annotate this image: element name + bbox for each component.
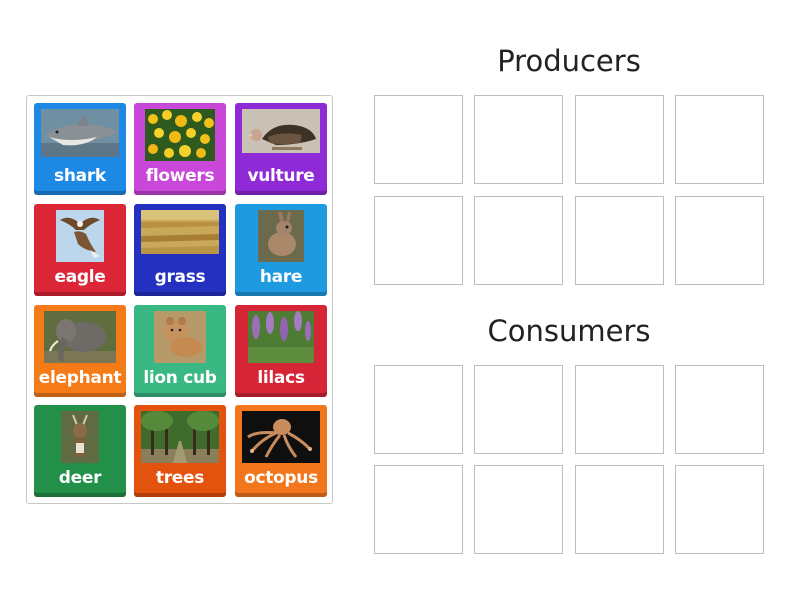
- group-title-consumers: Consumers: [487, 314, 651, 348]
- card-label: lilacs: [257, 368, 305, 388]
- consumers-slot[interactable]: [575, 465, 664, 554]
- consumers-slot[interactable]: [374, 365, 463, 454]
- producers-slot[interactable]: [575, 95, 664, 184]
- card-lilacs[interactable]: lilacs: [235, 305, 327, 397]
- lilacs-image: [248, 311, 314, 363]
- group-title-producers: Producers: [497, 44, 641, 78]
- consumers-slot[interactable]: [374, 465, 463, 554]
- consumers-slot[interactable]: [575, 365, 664, 454]
- elephant-image: [44, 311, 116, 363]
- producers-slot[interactable]: [575, 196, 664, 285]
- card-label: eagle: [54, 267, 106, 287]
- card-elephant[interactable]: elephant: [34, 305, 126, 397]
- producers-slot[interactable]: [374, 95, 463, 184]
- card-label: deer: [58, 468, 102, 488]
- card-octopus[interactable]: octopus: [235, 405, 327, 497]
- producers-slot[interactable]: [374, 196, 463, 285]
- consumers-slot[interactable]: [474, 365, 563, 454]
- card-grass[interactable]: grass: [134, 204, 226, 296]
- eagle-image: [56, 210, 104, 262]
- consumers-slot[interactable]: [675, 365, 764, 454]
- card-eagle[interactable]: eagle: [34, 204, 126, 296]
- vulture-image: [242, 109, 320, 153]
- card-label: vulture: [247, 166, 315, 186]
- card-label: octopus: [244, 468, 318, 488]
- lion-cub-image: [154, 311, 206, 363]
- card-vulture[interactable]: vulture: [235, 103, 327, 195]
- deer-image: [61, 411, 99, 463]
- card-hare[interactable]: hare: [235, 204, 327, 296]
- producers-slot[interactable]: [675, 196, 764, 285]
- shark-image: [41, 109, 119, 157]
- card-label: elephant: [38, 368, 122, 388]
- flowers-image: [145, 109, 215, 161]
- card-panel: shark flowers vulture eagle grass hare e…: [26, 95, 333, 504]
- card-flowers[interactable]: flowers: [134, 103, 226, 195]
- card-label: flowers: [145, 166, 215, 186]
- consumers-slot[interactable]: [474, 465, 563, 554]
- card-label: grass: [154, 267, 206, 287]
- hare-image: [258, 210, 304, 262]
- grass-image: [141, 210, 219, 254]
- card-label: shark: [54, 166, 106, 186]
- producers-slot[interactable]: [474, 196, 563, 285]
- trees-image: [141, 411, 219, 463]
- producers-slot[interactable]: [675, 95, 764, 184]
- card-deer[interactable]: deer: [34, 405, 126, 497]
- card-label: lion cub: [143, 368, 217, 388]
- consumers-slot[interactable]: [675, 465, 764, 554]
- card-label: hare: [259, 267, 303, 287]
- octopus-image: [242, 411, 320, 463]
- card-label: trees: [155, 468, 205, 488]
- producers-slot[interactable]: [474, 95, 563, 184]
- card-shark[interactable]: shark: [34, 103, 126, 195]
- card-lion-cub[interactable]: lion cub: [134, 305, 226, 397]
- card-trees[interactable]: trees: [134, 405, 226, 497]
